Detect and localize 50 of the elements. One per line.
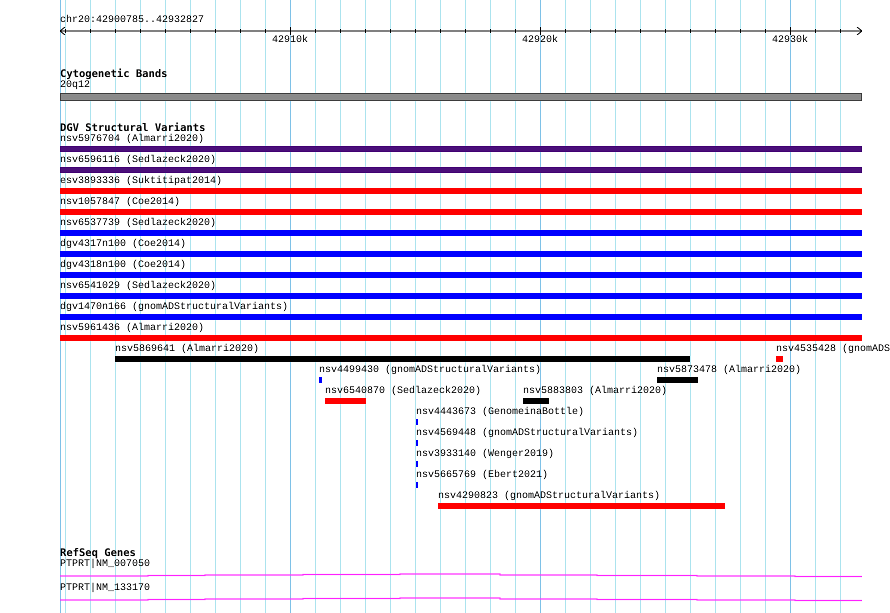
variant-label: esv3893336 (Suktitipat2014) [60,176,222,188]
variant-label: nsv5869641 (Almarri2020) [115,344,260,356]
variant-label: nsv1057847 (Coe2014) [60,197,180,209]
variant-label: nsv4569448 (gnomADStructuralVariants) [416,428,638,440]
variant-bar[interactable] [657,377,698,383]
track-title: RefSeq Genes [60,547,136,559]
variant-bar[interactable] [319,377,322,383]
variant-label: nsv5665769 (Ebert2021) [416,470,548,482]
variant-label: dgv4317n100 (Coe2014) [60,239,186,251]
variant-label: nsv3933140 (Wenger2019) [416,449,554,461]
variant-bar[interactable] [438,503,725,509]
track-title: DGV Structural Variants [60,122,206,134]
tick-label: 42920k [522,35,558,47]
gene-line[interactable] [60,597,862,602]
variant-label: dgv1470n166 (gnomADStructuralVariants) [60,302,288,314]
variant-label: nsv5961436 (Almarri2020) [60,323,204,335]
tick-label: 42910k [272,35,308,47]
variant-bar[interactable] [60,188,862,194]
band-label: 20q12 [60,80,90,92]
variant-label: nsv4535428 (gnomADS [776,344,890,356]
variant-label: nsv4499430 (gnomADStructuralVariants) [319,365,542,377]
variant-label: nsv4443673 (GenomeinaBottle) [416,407,584,419]
variant-label: nsv5976704 (Almarri2020) [60,134,204,146]
variant-bar[interactable] [60,146,862,152]
variant-label: nsv6540870 (Sedlazeck2020) [325,386,482,398]
variant-label: nsv5873478 (Almarri2020) [657,365,802,377]
variant-bar[interactable] [60,314,862,320]
variant-label: nsv5883803 (Almarri2020) [523,386,668,398]
variant-label: nsv6596116 (Sedlazeck2020) [60,155,216,167]
variant-label: dgv4318n100 (Coe2014) [60,260,186,272]
variant-bar[interactable] [60,167,862,173]
variant-bar[interactable] [60,209,862,215]
gene-label: PTPRT|NM_133170 [60,583,150,595]
track-title: Cytogenetic Bands [60,68,168,80]
variant-bar[interactable] [776,356,783,362]
variant-label: nsv6541029 (Sedlazeck2020) [60,281,216,293]
variant-bar[interactable] [60,293,862,299]
location-label: chr20:42900785..42932827 [60,15,204,27]
variant-bar[interactable] [60,251,862,257]
variant-bar[interactable] [523,398,549,404]
gene-label: PTPRT|NM_007050 [60,559,150,571]
variant-bar[interactable] [325,398,366,404]
tick-label: 42930k [772,35,808,47]
variant-bar[interactable] [60,335,862,341]
variant-bar[interactable] [60,272,862,278]
gene-line[interactable] [60,573,862,578]
variant-bar[interactable] [60,230,862,236]
variant-bar[interactable] [115,356,690,362]
variant-label: nsv4290823 (gnomADStructuralVariants) [438,491,660,503]
variant-label: nsv6537739 (Sedlazeck2020) [60,218,216,230]
